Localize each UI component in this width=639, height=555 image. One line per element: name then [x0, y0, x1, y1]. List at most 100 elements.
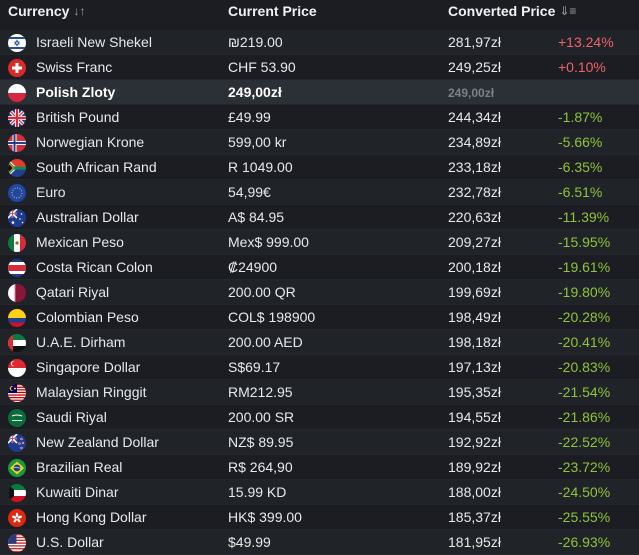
- new-zealand-flag-icon: [8, 434, 26, 452]
- eu-flag-icon: [8, 184, 26, 202]
- hong-kong-flag-icon: [8, 509, 26, 527]
- table-row[interactable]: Saudi Riyal 200.00 SR 194,55zł -21.86%: [0, 405, 639, 430]
- currency-header-label: Currency: [8, 3, 70, 19]
- current-price-header-label: Current Price: [228, 3, 317, 19]
- current-price: S$69.17: [228, 359, 281, 375]
- currency-name: Saudi Riyal: [36, 409, 107, 425]
- sort-icon[interactable]: ↓↑: [73, 4, 85, 18]
- current-price: Mex$ 999.00: [228, 234, 309, 250]
- table-row[interactable]: Mexican Peso Mex$ 999.00 209,27zł -15.95%: [0, 230, 639, 255]
- costa-rica-flag-icon: [8, 259, 26, 277]
- converted-price: 194,55zł: [448, 409, 501, 425]
- converted-price: 232,78zł: [448, 184, 501, 200]
- converted-price: 185,37zł: [448, 509, 501, 525]
- price-difference: -20.28%: [558, 309, 611, 325]
- price-difference: -1.87%: [558, 109, 603, 125]
- converted-price: 233,18zł: [448, 159, 501, 175]
- converted-price: 195,35zł: [448, 384, 501, 400]
- currency-price-table: Currency ↓↑ Current Price Converted Pric…: [0, 0, 639, 555]
- current-price: COL$ 198900: [228, 309, 316, 325]
- israel-flag-icon: [8, 34, 26, 52]
- current-price: 249,00zł: [228, 84, 282, 100]
- price-difference: -15.95%: [558, 234, 611, 250]
- australia-flag-icon: [8, 209, 26, 227]
- table-row[interactable]: Swiss Franc CHF 53.90 249,25zł +0.10%: [0, 55, 639, 80]
- table-row[interactable]: Singapore Dollar S$69.17 197,13zł -20.83%: [0, 355, 639, 380]
- kuwait-flag-icon: [8, 484, 26, 502]
- currency-name: British Pound: [36, 109, 120, 125]
- price-difference: -19.61%: [558, 259, 611, 275]
- table-row[interactable]: Euro 54,99€ 232,78zł -6.51%: [0, 180, 639, 205]
- price-difference: -21.86%: [558, 409, 611, 425]
- current-price: $49.99: [228, 534, 271, 550]
- current-price-column-header[interactable]: Current Price: [228, 3, 317, 19]
- converted-price: 234,89zł: [448, 134, 501, 150]
- converted-price-header-label: Converted Price: [448, 3, 556, 19]
- table-row[interactable]: U.S. Dollar $49.99 181,95zł -26.93%: [0, 530, 639, 555]
- currency-name: Australian Dollar: [36, 209, 139, 225]
- price-difference: -5.66%: [558, 134, 603, 150]
- table-row[interactable]: Hong Kong Dollar HK$ 399.00 185,37zł -25.55…: [0, 505, 639, 530]
- converted-price: 244,34zł: [448, 109, 501, 125]
- currency-name: Kuwaiti Dinar: [36, 484, 119, 500]
- current-price: 200.00 SR: [228, 409, 295, 425]
- mexico-flag-icon: [8, 234, 26, 252]
- sort-descending-icon[interactable]: ⇓≡: [559, 4, 576, 18]
- converted-price: 220,63zł: [448, 209, 501, 225]
- converted-price: 188,00zł: [448, 484, 501, 500]
- current-price: NZ$ 89.95: [228, 434, 294, 450]
- price-difference: +13.24%: [558, 34, 614, 50]
- converted-price: 281,97zł: [448, 34, 501, 50]
- currency-name: Israeli New Shekel: [36, 34, 152, 50]
- table-row[interactable]: Costa Rican Colon ₡24900 200,18zł -19.61%: [0, 255, 639, 280]
- uk-flag-icon: [8, 109, 26, 127]
- table-row[interactable]: Malaysian Ringgit RM212.95 195,35zł -21.54%: [0, 380, 639, 405]
- table-row[interactable]: Qatari Riyal 200.00 QR 199,69zł -19.80%: [0, 280, 639, 305]
- currency-name: Qatari Riyal: [36, 284, 110, 300]
- table-row[interactable]: Brazilian Real R$ 264,90 189,92zł -23.72%: [0, 455, 639, 480]
- table-body: Israeli New Shekel ₪219.00 281,97zł +13.24%…: [0, 30, 639, 555]
- converted-price: 198,18zł: [448, 334, 501, 350]
- currency-name: South African Rand: [36, 159, 157, 175]
- current-price: R 1049.00: [228, 159, 293, 175]
- table-row[interactable]: Polish Zloty 249,00zł 249,00zł: [0, 80, 639, 105]
- price-difference: -19.80%: [558, 284, 611, 300]
- converted-price: 199,69zł: [448, 284, 501, 300]
- currency-name: Euro: [36, 184, 66, 200]
- table-row[interactable]: Israeli New Shekel ₪219.00 281,97zł +13.24%: [0, 30, 639, 55]
- table-row[interactable]: South African Rand R 1049.00 233,18zł -6.35…: [0, 155, 639, 180]
- table-row[interactable]: Norwegian Krone 599,00 kr 234,89zł -5.66%: [0, 130, 639, 155]
- currency-name: U.A.E. Dirham: [36, 334, 126, 350]
- current-price: £49.99: [228, 109, 271, 125]
- price-difference: -23.72%: [558, 459, 611, 475]
- current-price: 200.00 AED: [228, 334, 303, 350]
- current-price: HK$ 399.00: [228, 509, 302, 525]
- malaysia-flag-icon: [8, 384, 26, 402]
- current-price: 200.00 QR: [228, 284, 296, 300]
- table-row[interactable]: Kuwaiti Dinar 15.99 KD 188,00zł -24.50%: [0, 480, 639, 505]
- table-row[interactable]: New Zealand Dollar NZ$ 89.95 192,92zł -22.5…: [0, 430, 639, 455]
- currency-name: Hong Kong Dollar: [36, 509, 147, 525]
- converted-price-column-header[interactable]: Converted Price ⇓≡: [448, 3, 576, 19]
- table-row[interactable]: Australian Dollar A$ 84.95 220,63zł -11.39%: [0, 205, 639, 230]
- currency-name: Costa Rican Colon: [36, 259, 153, 275]
- south-africa-flag-icon: [8, 159, 26, 177]
- current-price: CHF 53.90: [228, 59, 296, 75]
- currency-name: Norwegian Krone: [36, 134, 145, 150]
- price-difference: -25.55%: [558, 509, 611, 525]
- currency-name: U.S. Dollar: [36, 534, 104, 550]
- currency-column-header[interactable]: Currency ↓↑: [8, 3, 85, 19]
- currency-name: Swiss Franc: [36, 59, 113, 75]
- price-difference: +0.10%: [558, 59, 606, 75]
- currency-name: Polish Zloty: [36, 84, 116, 100]
- current-price: 15.99 KD: [228, 484, 287, 500]
- table-row[interactable]: U.A.E. Dirham 200.00 AED 198,18zł -20.41%: [0, 330, 639, 355]
- table-row[interactable]: Colombian Peso COL$ 198900 198,49zł -20.28%: [0, 305, 639, 330]
- converted-price: 181,95zł: [448, 534, 501, 550]
- qatar-flag-icon: [8, 284, 26, 302]
- saudi-flag-icon: [8, 409, 26, 427]
- converted-price: 189,92zł: [448, 459, 501, 475]
- price-difference: -11.39%: [558, 209, 610, 225]
- table-row[interactable]: British Pound £49.99 244,34zł -1.87%: [0, 105, 639, 130]
- current-price: 599,00 kr: [228, 134, 287, 150]
